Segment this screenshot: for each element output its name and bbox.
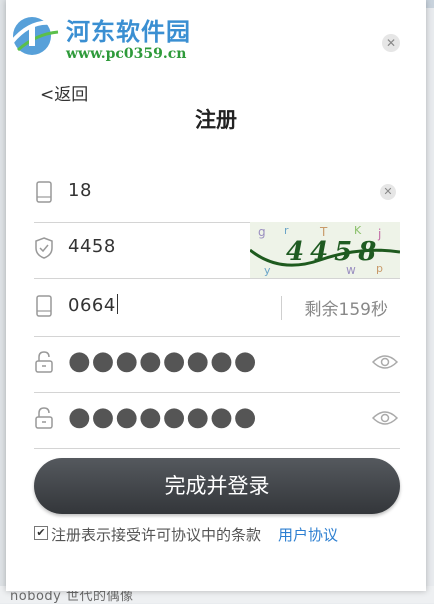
phone-icon: [36, 181, 52, 203]
agree-checkbox[interactable]: ✔: [34, 526, 48, 540]
watermark-url: www.pc0359.cn: [66, 46, 187, 62]
watermark-logo-icon: [10, 17, 59, 55]
countdown-label: 剩余159秒: [304, 300, 388, 320]
page-title: 注册: [195, 108, 237, 132]
captcha-field[interactable]: 4458 g r T K j y w p 4458: [34, 222, 400, 279]
captcha-image[interactable]: g r T K j y w p 4458: [250, 222, 400, 278]
password-input[interactable]: ●●●●●●●●: [68, 346, 258, 376]
svg-text:y: y: [264, 264, 271, 277]
register-dialog: 河东软件园 www.pc0359.cn ✕ <返回 注册 18 ✕ 4458 g…: [6, 0, 426, 591]
captcha-input[interactable]: 4458: [68, 236, 116, 257]
eye-icon[interactable]: [372, 352, 398, 372]
captcha-image-text: 4458: [286, 237, 382, 267]
phone-field[interactable]: 18 ✕: [34, 166, 400, 223]
user-agreement-link[interactable]: 用户协议: [278, 524, 338, 545]
confirm-password-field[interactable]: ●●●●●●●●: [34, 392, 400, 449]
watermark-title: 河东软件园: [66, 17, 191, 46]
watermark: 河东软件园 www.pc0359.cn: [6, 6, 236, 62]
lock-icon: [35, 351, 53, 373]
eye-icon[interactable]: [372, 408, 398, 428]
svg-text:r: r: [284, 224, 289, 237]
divider: [281, 296, 282, 320]
submit-button[interactable]: 完成并登录: [34, 458, 400, 514]
confirm-password-input[interactable]: ●●●●●●●●: [68, 402, 258, 432]
shield-icon: [35, 237, 53, 259]
lock-icon: [35, 407, 53, 429]
phone-input[interactable]: 18: [68, 180, 92, 201]
sms-code-input[interactable]: 0664: [68, 294, 118, 316]
close-button[interactable]: ✕: [382, 34, 400, 52]
phone-icon: [36, 295, 52, 317]
svg-text:g: g: [258, 225, 266, 239]
agreement-text: 注册表示接受许可协议中的条款: [51, 526, 262, 544]
clear-icon[interactable]: ✕: [380, 184, 396, 200]
svg-text:K: K: [354, 224, 362, 237]
back-link[interactable]: <返回: [40, 80, 88, 105]
sms-code-field[interactable]: 0664 剩余159秒: [34, 280, 400, 337]
password-field[interactable]: ●●●●●●●●: [34, 336, 400, 393]
